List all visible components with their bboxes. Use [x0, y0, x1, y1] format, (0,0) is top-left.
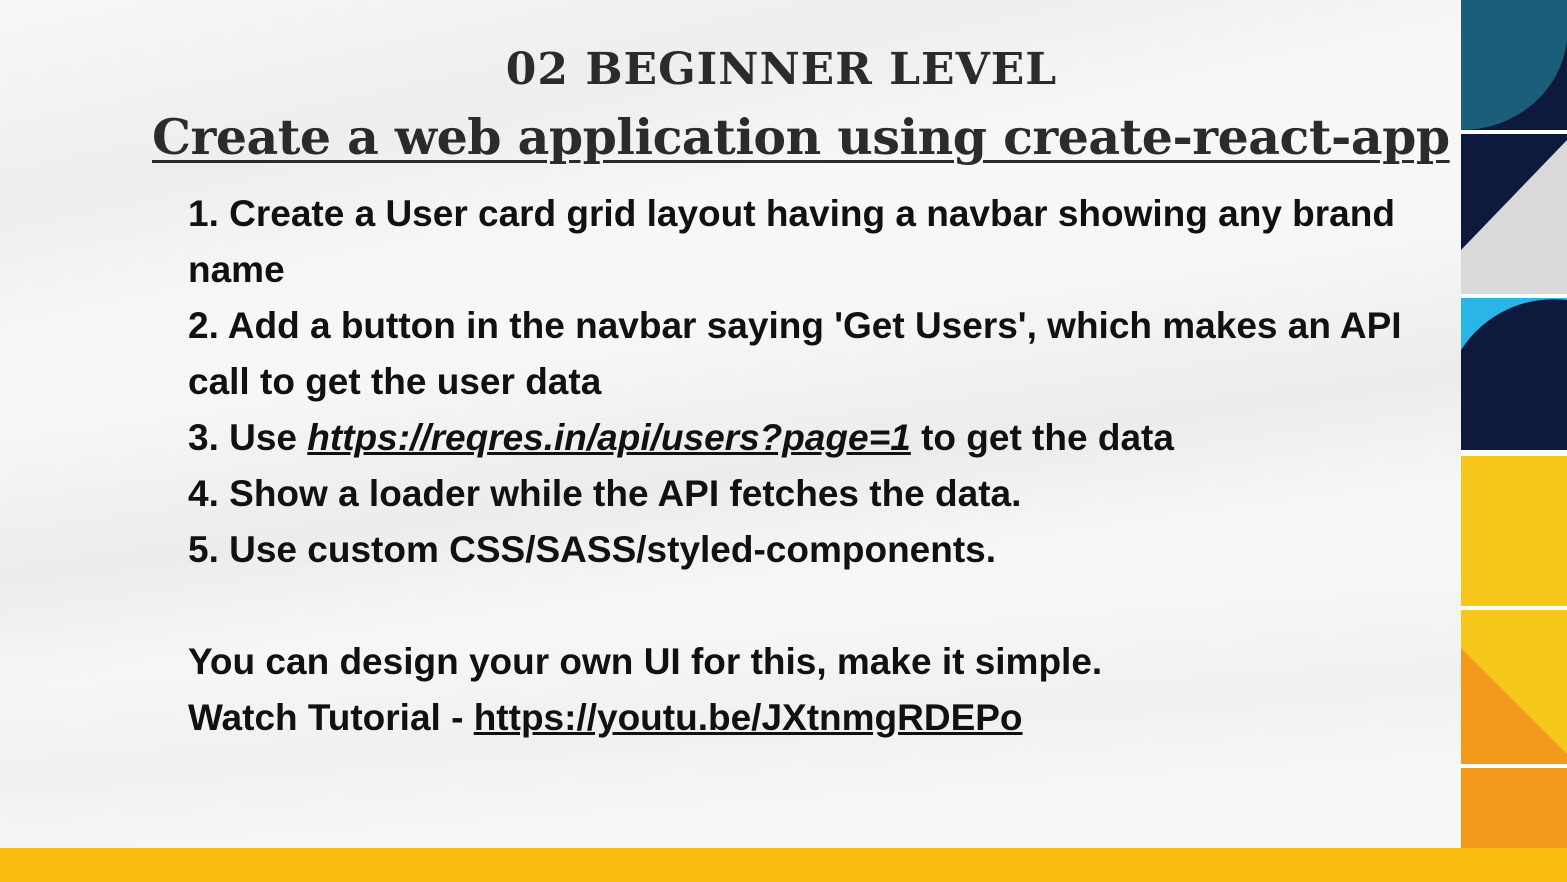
tutorial-prefix: Watch Tutorial - — [188, 697, 474, 738]
api-link[interactable]: https://reqres.in/api/users?page=1 — [307, 417, 911, 458]
slide-subheading: Create a web application using create-re… — [152, 108, 1450, 166]
design-note: You can design your own UI for this, mak… — [188, 641, 1103, 682]
step-5: 5. Use custom CSS/SASS/styled-components… — [188, 529, 997, 570]
tutorial-line: Watch Tutorial - https://youtu.be/JXtnmg… — [188, 690, 1418, 746]
bottom-accent-bar — [0, 848, 1567, 882]
step-3-suffix: to get the data — [910, 417, 1174, 458]
step-3: 3. Use https://reqres.in/api/users?page=… — [188, 410, 1418, 466]
step-1: 1. Create a User card grid layout having… — [188, 193, 1395, 290]
geometric-pattern-graphic — [1461, 0, 1567, 848]
slide-heading: 02 BEGINNER LEVEL — [505, 44, 1058, 95]
decorative-side-panel — [1461, 0, 1567, 848]
step-4: 4. Show a loader while the API fetches t… — [188, 473, 1022, 514]
step-3-prefix: 3. Use — [188, 417, 308, 458]
tutorial-link[interactable]: https://youtu.be/JXtnmgRDEPo — [474, 697, 1023, 738]
step-2: 2. Add a button in the navbar saying 'Ge… — [188, 305, 1402, 402]
task-content: 1. Create a User card grid layout having… — [188, 186, 1418, 746]
